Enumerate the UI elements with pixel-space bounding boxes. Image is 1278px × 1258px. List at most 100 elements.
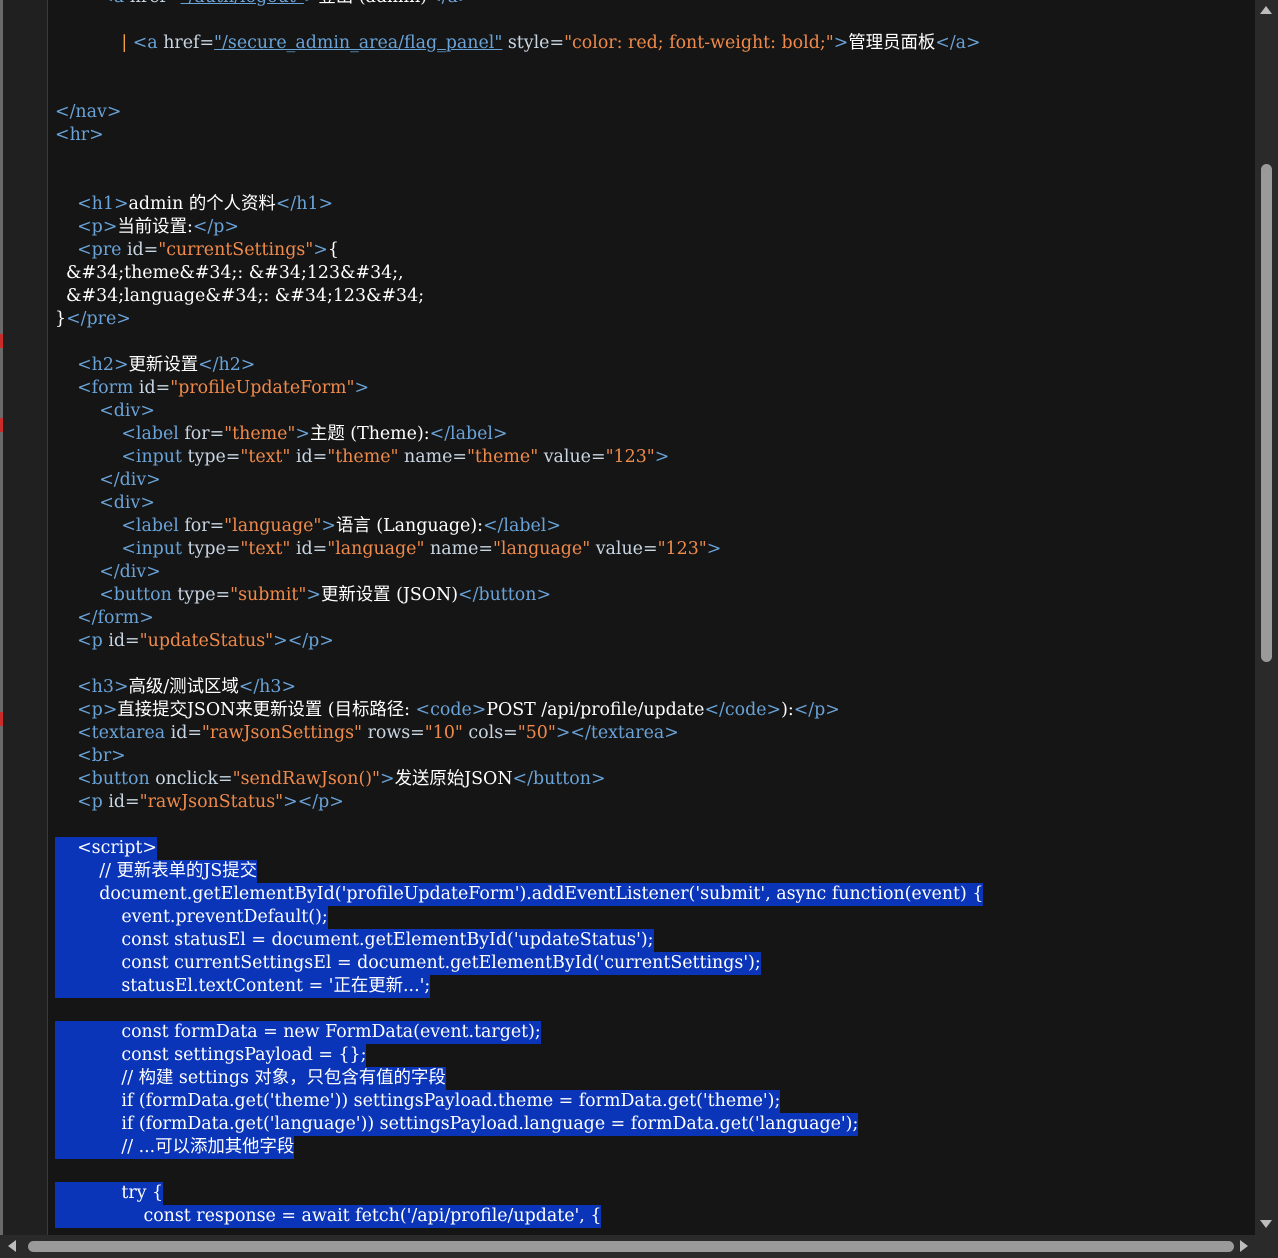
token-str: "theme": [224, 424, 296, 444]
code-text: <label for="theme">主题 (Theme):</label>: [55, 423, 507, 446]
code-line: 65: [48, 1159, 1255, 1182]
code-line: 41 </form>: [48, 607, 1255, 630]
code-line: 33 <label for="theme">主题 (Theme):</label…: [48, 423, 1255, 446]
token-tag: <pre: [55, 240, 127, 260]
token-tag: </button>: [512, 769, 606, 789]
token-txt: &#34;theme&#34;: &#34;123&#34;,: [55, 263, 404, 283]
token-tag: <textarea: [55, 723, 171, 743]
token-str: "language": [224, 516, 322, 536]
token-attr: id=: [290, 539, 328, 559]
token-txt: const currentSettingsEl = document.getEl…: [55, 953, 761, 973]
token-attr: href=: [130, 0, 181, 7]
code-editor[interactable]: 14 <a href="/auth/logout">登出 (admin)</a>…: [48, 0, 1255, 1235]
token-tag: <p>: [55, 217, 118, 237]
scroll-down-arrow-icon[interactable]: [1260, 1220, 1272, 1228]
code-line: 14 <a href="/auth/logout">登出 (admin)</a>: [48, 0, 1255, 9]
code-text: <input type="text" id="theme" name="them…: [55, 446, 669, 469]
code-text: <br>: [55, 745, 126, 768]
source-viewer-window: 14 <a href="/auth/logout">登出 (admin)</a>…: [0, 0, 1278, 1258]
code-line: 62 if (formData.get('theme')) settingsPa…: [48, 1090, 1255, 1113]
selected-code-text: document.getElementById('profileUpdateFo…: [55, 883, 984, 906]
token-tag: <h3>: [55, 677, 129, 697]
horizontal-scroll-thumb[interactable]: [28, 1241, 1234, 1252]
code-text: <a href="/auth/logout">登出 (admin)</a>: [55, 0, 472, 9]
token-txt: POST /api/profile/update: [486, 700, 705, 720]
token-txt: 直接提交JSON来更新设置 (目标路径:: [117, 700, 416, 720]
token-attr: id=: [108, 631, 140, 651]
token-tag: </code>: [704, 700, 782, 720]
code-line: 60 const settingsPayload = {};: [48, 1044, 1255, 1067]
token-tag: </p>: [793, 700, 840, 720]
code-line: 19</nav>: [48, 101, 1255, 124]
token-txt: <script>: [55, 838, 157, 858]
code-line: 26 &#34;theme&#34;: &#34;123&#34;,: [48, 262, 1255, 285]
token-tag: <div>: [55, 401, 155, 421]
code-lines: 14 <a href="/auth/logout">登出 (admin)</a>…: [48, 0, 1255, 1228]
code-line: 29: [48, 331, 1255, 354]
vertical-scroll-thumb[interactable]: [1261, 164, 1272, 662]
code-line: 22: [48, 170, 1255, 193]
token-str: "theme": [327, 447, 399, 467]
code-line: 52 // 更新表单的JS提交: [48, 860, 1255, 883]
code-text: <button type="submit">更新设置 (JSON)</butto…: [55, 584, 551, 607]
token-attr: type=: [187, 447, 241, 467]
token-attr: for=: [184, 424, 225, 444]
token-tag: <h2>: [55, 355, 129, 375]
line-number-gutter: [3, 0, 48, 1235]
code-line: 30 <h2>更新设置</h2>: [48, 354, 1255, 377]
code-line: 17: [48, 55, 1255, 78]
token-attr: name=: [424, 539, 493, 559]
token-tag: >: [313, 240, 328, 260]
token-tag: <h1>: [55, 194, 129, 214]
token-txt: event.preventDefault();: [55, 907, 328, 927]
scroll-right-arrow-icon[interactable]: [1240, 1240, 1248, 1252]
selected-code-text: statusEl.textContent = '正在更新...';: [55, 975, 431, 998]
selected-code-text: const response = await fetch('/api/profi…: [55, 1205, 602, 1228]
code-text: &#34;language&#34;: &#34;123&#34;: [55, 285, 424, 308]
token-str: "profileUpdateForm": [170, 378, 355, 398]
horizontal-scrollbar[interactable]: [0, 1235, 1278, 1258]
token-txt: // 更新表单的JS提交: [55, 861, 258, 881]
code-text: | <a href="/secure_admin_area/flag_panel…: [55, 32, 980, 55]
code-line: 45 <p>直接提交JSON来更新设置 (目标路径: <code>POST /a…: [48, 699, 1255, 722]
vertical-scrollbar[interactable]: [1255, 0, 1278, 1235]
token-attr: rows=: [362, 723, 425, 743]
token-txt: try {: [55, 1183, 164, 1203]
token-str: "rawJsonStatus": [139, 792, 284, 812]
token-tag: <p: [55, 792, 109, 812]
scroll-up-arrow-icon[interactable]: [1260, 6, 1272, 14]
token-txt: 语言 (Language):: [336, 516, 483, 536]
code-line: 55 const statusEl = document.getElementB…: [48, 929, 1255, 952]
code-text: <label for="language">语言 (Language):</la…: [55, 515, 561, 538]
token-txt: statusEl.textContent = '正在更新...';: [55, 976, 431, 996]
token-txt: const statusEl = document.getElementById…: [55, 930, 654, 950]
token-str: "color: red; font-weight: bold;": [564, 33, 834, 53]
code-line: 21: [48, 147, 1255, 170]
token-txt: // ...可以添加其他字段: [55, 1137, 295, 1157]
code-line: 58: [48, 998, 1255, 1021]
code-line: 57 statusEl.textContent = '正在更新...';: [48, 975, 1255, 998]
token-attr: name=: [398, 447, 467, 467]
token-txt: 管理员面板: [848, 33, 936, 53]
token-link[interactable]: "/secure_admin_area/flag_panel": [214, 33, 502, 53]
token-txt: const formData = new FormData(event.targ…: [55, 1022, 541, 1042]
code-text: <input type="text" id="language" name="l…: [55, 538, 721, 561]
token-txt: 当前设置:: [117, 217, 193, 237]
code-line: 25 <pre id="currentSettings">{: [48, 239, 1255, 262]
token-tag: ></p>: [283, 792, 344, 812]
token-tag: <br>: [55, 746, 126, 766]
code-text: <hr>: [55, 124, 104, 147]
token-txt: if (formData.get('theme')) settingsPaylo…: [55, 1091, 781, 1111]
token-attr: style=: [502, 33, 565, 53]
code-line: 56 const currentSettingsEl = document.ge…: [48, 952, 1255, 975]
selected-code-text: if (formData.get('theme')) settingsPaylo…: [55, 1090, 781, 1113]
token-txt: &#34;language&#34;: &#34;123&#34;: [55, 286, 425, 306]
scroll-left-arrow-icon[interactable]: [8, 1240, 16, 1252]
code-line: 51 <script>: [48, 837, 1255, 860]
token-link[interactable]: "/auth/logout": [181, 0, 304, 7]
token-attr: id=: [170, 723, 202, 743]
code-line: 67 const response = await fetch('/api/pr…: [48, 1205, 1255, 1228]
code-text: <h3>高级/测试区域</h3>: [55, 676, 296, 699]
code-text: }</pre>: [55, 308, 131, 331]
code-line: 28}</pre>: [48, 308, 1255, 331]
